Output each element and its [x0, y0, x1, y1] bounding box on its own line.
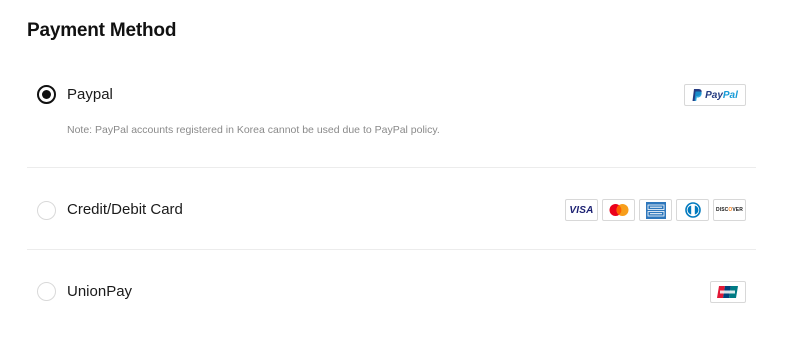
paypal-logo: PayPal: [684, 84, 746, 106]
visa-logo-text: VISA: [569, 204, 594, 216]
unionpay-radio[interactable]: [37, 282, 56, 301]
unionpay-logo: [710, 281, 746, 303]
amex-logo: [639, 199, 672, 221]
unionpay-icon: [717, 286, 738, 298]
amex-icon: [645, 201, 666, 219]
discover-text-post: VER: [732, 207, 743, 213]
discover-logo-text: DISCOVER: [716, 207, 743, 213]
card-label[interactable]: Credit/Debit Card: [67, 201, 183, 218]
mastercard-logo: [602, 199, 635, 221]
paypal-radio[interactable]: [37, 85, 56, 104]
paypal-note: Note: PayPal accounts registered in Kore…: [67, 124, 440, 136]
card-logos: VISA DISCOVER: [565, 199, 746, 221]
page-title: Payment Method: [27, 20, 177, 41]
paypal-logo-text-pal: Pal: [722, 89, 738, 101]
mastercard-icon: [609, 204, 628, 216]
paypal-label[interactable]: Paypal: [67, 86, 113, 103]
payment-option-card[interactable]: Credit/Debit Card VISA DISCOVER: [27, 168, 756, 250]
paypal-mark-icon: [692, 89, 702, 101]
discover-logo: DISCOVER: [713, 199, 746, 221]
visa-logo: VISA: [565, 199, 598, 221]
diners-club-logo: [676, 199, 709, 221]
payment-option-unionpay[interactable]: UnionPay: [27, 250, 756, 332]
card-radio[interactable]: [37, 201, 56, 220]
paypal-logo-text-pay: Pay: [705, 89, 723, 101]
discover-text-pre: DISC: [716, 207, 729, 213]
payment-option-paypal[interactable]: Paypal PayPal Note: PayPal accounts regi…: [27, 78, 756, 168]
unionpay-label[interactable]: UnionPay: [67, 283, 132, 300]
diners-club-icon: [684, 202, 701, 218]
